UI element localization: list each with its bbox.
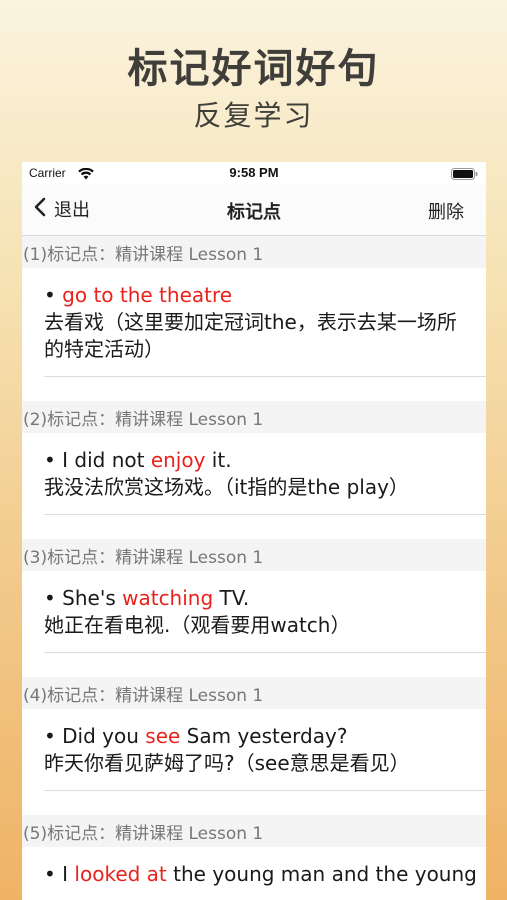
- bullet: •: [44, 724, 63, 748]
- bullet: •: [44, 586, 63, 610]
- sentence-line: • Did you see Sam yesterday?: [44, 723, 464, 750]
- section-header: (3)标记点：精讲课程 Lesson 1: [22, 539, 486, 571]
- translation-text: 她正在看电视.（观看要用watch）: [44, 613, 351, 637]
- section-header: (2)标记点：精讲课程 Lesson 1: [22, 401, 486, 433]
- sentence-pre: I did not: [62, 448, 151, 472]
- sentence-pre: She's: [62, 586, 123, 610]
- sentence-post: the young man and the young: [166, 862, 477, 886]
- sentence-line: • I looked at the young man and the youn…: [44, 861, 477, 888]
- translation-text: 去看戏（这里要加定冠词the，表示去某一场所的特定活动）: [44, 310, 457, 361]
- sentence-line: • I did not enjoy it.: [44, 447, 464, 474]
- highlighted-phrase: see: [145, 724, 181, 748]
- list-item[interactable]: • Did you see Sam yesterday? 昨天你看见萨姆了吗?（…: [22, 709, 486, 791]
- highlighted-phrase: enjoy: [150, 448, 206, 472]
- highlighted-phrase: watching: [122, 586, 214, 610]
- divider: [44, 652, 486, 653]
- promo-subtitle: 反复学习: [193, 99, 314, 132]
- sentence-post: TV.: [213, 586, 250, 610]
- sentence-line: • go to the theatre: [44, 282, 464, 309]
- battery-icon: [451, 167, 478, 185]
- bullet: •: [44, 283, 63, 307]
- highlighted-phrase: looked at: [74, 862, 167, 886]
- sentence-pre: I: [62, 862, 75, 886]
- sentence-line: • She's watching TV.: [44, 585, 464, 612]
- divider: [44, 790, 486, 791]
- navigation-bar: 退出 标记点 删除: [22, 184, 486, 236]
- sentence-post: it.: [205, 448, 232, 472]
- divider: [44, 376, 486, 377]
- bullet: •: [44, 862, 63, 886]
- list-item[interactable]: • She's watching TV. 她正在看电视.（观看要用watch）: [22, 571, 486, 653]
- section-header: (5)标记点：精讲课程 Lesson 1: [22, 815, 486, 847]
- list-item[interactable]: • go to the theatre 去看戏（这里要加定冠词the，表示去某一…: [22, 268, 486, 377]
- bookmark-list: (1)标记点：精讲课程 Lesson 1 • go to the theatre…: [22, 236, 486, 900]
- nav-title: 标记点: [227, 202, 281, 223]
- translation-text: 昨天你看见萨姆了吗?（see意思是看见）: [44, 751, 410, 775]
- bullet: •: [44, 448, 63, 472]
- section-header: (1)标记点：精讲课程 Lesson 1: [22, 236, 486, 268]
- clock: 9:58 PM: [229, 165, 279, 180]
- phone-screen: Carrier 9:58 PM 退出 标记点 删除 (1)标记点：精讲课程 Le…: [22, 162, 486, 900]
- highlighted-phrase: go to the theatre: [62, 283, 233, 307]
- divider: [44, 514, 486, 515]
- section-header: (4)标记点：精讲课程 Lesson 1: [22, 677, 486, 709]
- translation-text: 我没法欣赏这场戏。（it指的是the play）: [44, 475, 409, 499]
- list-item[interactable]: • I did not enjoy it. 我没法欣赏这场戏。（it指的是the…: [22, 433, 486, 515]
- sentence-post: Sam yesterday?: [180, 724, 348, 748]
- delete-button[interactable]: 删除: [428, 198, 464, 224]
- sentence-pre: Did you: [62, 724, 146, 748]
- list-item[interactable]: • I looked at the young man and the youn…: [22, 847, 486, 900]
- status-bar: Carrier 9:58 PM: [22, 162, 486, 184]
- promo-title: 标记好词好句: [127, 46, 380, 92]
